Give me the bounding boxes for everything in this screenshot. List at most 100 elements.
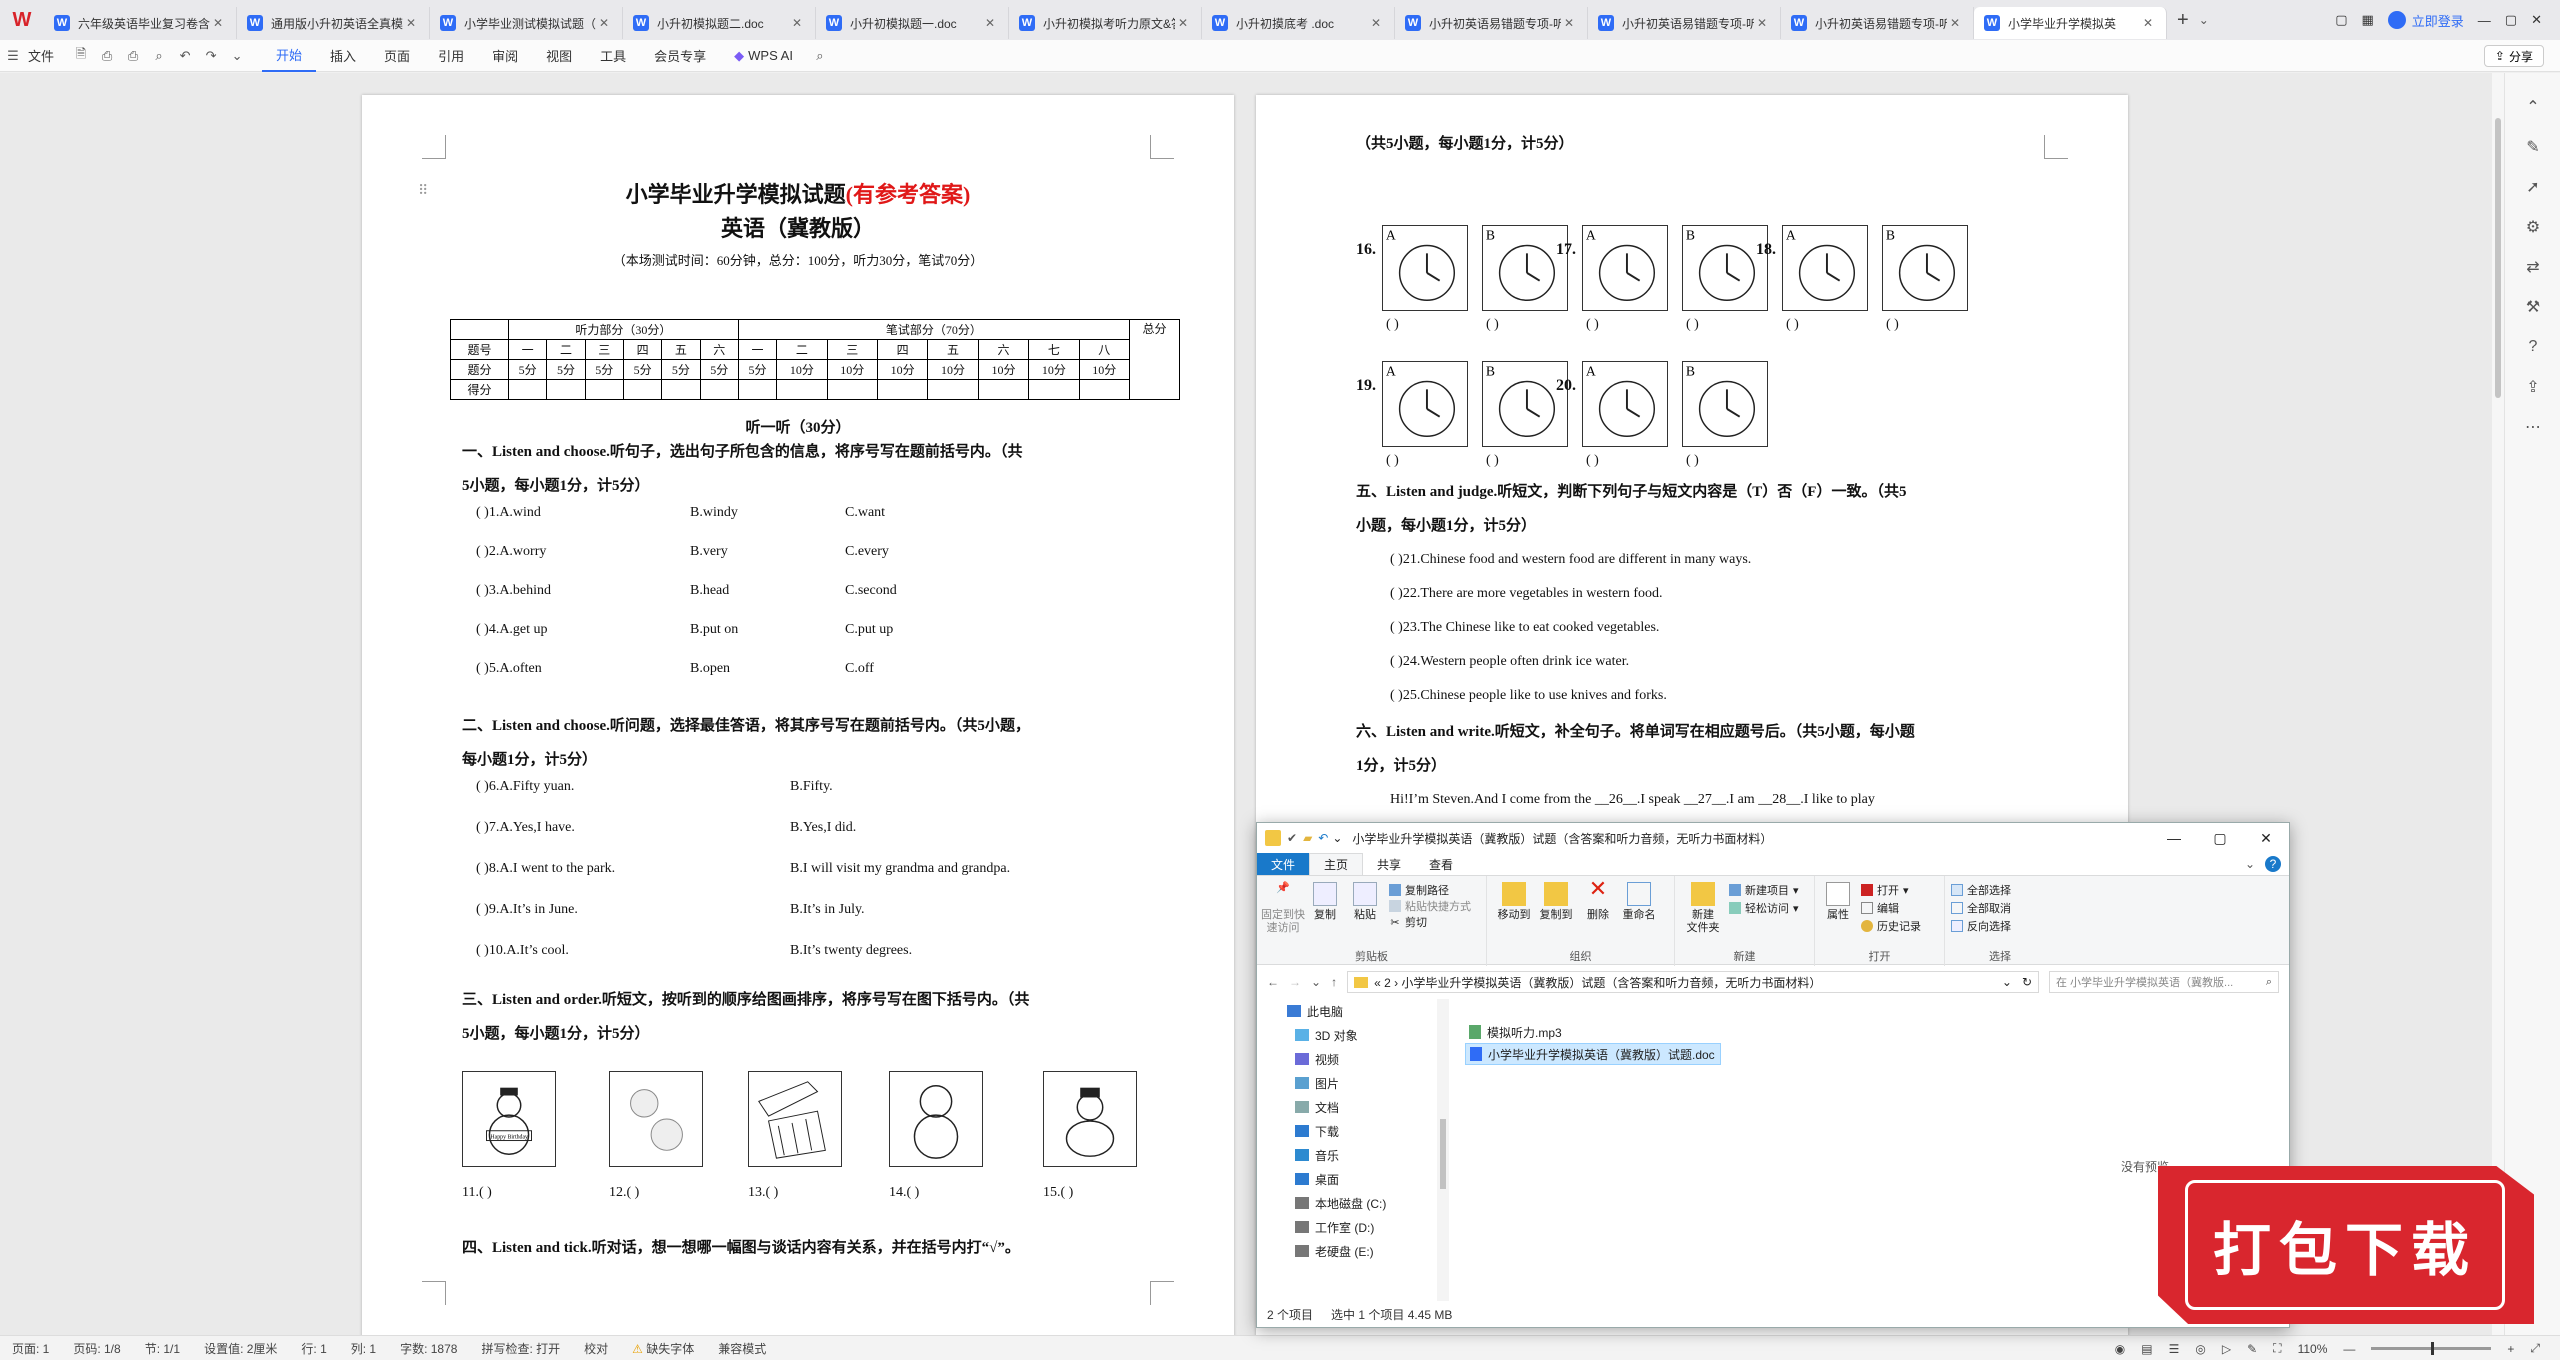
nav-item[interactable]: 老硬盘 (E:) <box>1257 1239 1448 1263</box>
new-folder-button[interactable]: 新建 文件夹 <box>1681 882 1725 935</box>
explorer-tab-share[interactable]: 共享 <box>1363 853 1415 875</box>
paste-shortcut-button[interactable]: 粘贴快捷方式 <box>1389 898 1471 914</box>
status-proof[interactable]: 校对 <box>572 1340 620 1357</box>
delete-button[interactable]: ✕ 删除 <box>1581 878 1615 922</box>
status-page[interactable]: 页面: 1 <box>0 1340 61 1357</box>
select-all-button[interactable]: 全部选择 <box>1951 882 2011 898</box>
redo-icon[interactable]: ↷ <box>198 48 224 64</box>
page-view-icon[interactable]: ▤ <box>2141 1342 2152 1356</box>
wps-logo-icon[interactable]: W <box>8 6 36 34</box>
qa-undo-icon[interactable]: ↶ <box>1318 831 1328 845</box>
document-tab[interactable]: W 小学毕业测试模拟试题（一）✕ <box>430 7 623 39</box>
rename-button[interactable]: 重命名 <box>1619 882 1659 922</box>
share-icon[interactable]: ⇪ <box>2505 367 2560 407</box>
ribbon-tab[interactable]: 审阅 <box>478 40 532 72</box>
web-view-icon[interactable]: ◎ <box>2195 1342 2205 1356</box>
refresh-icon[interactable]: ↻ <box>2022 975 2038 989</box>
wps-ai-button[interactable]: ◆ WPS AI <box>720 40 807 72</box>
tools-icon[interactable]: ⚒ <box>2505 287 2560 327</box>
close-tab-icon[interactable]: ✕ <box>210 16 226 30</box>
save-icon[interactable]: 🗎 <box>68 45 94 67</box>
address-dropdown-icon[interactable]: ⌄ <box>2002 975 2016 989</box>
ribbon-collapse-icon[interactable]: ⌄ <box>2235 853 2265 875</box>
window-layout-icon[interactable]: ▢ <box>2335 12 2347 28</box>
help-icon[interactable]: ? <box>2505 327 2560 367</box>
qa-chevron-icon[interactable]: ⌄ <box>1332 831 1342 845</box>
document-tab[interactable]: W 小升初模拟题二.doc ✕ <box>623 7 816 39</box>
select-icon[interactable]: ➚ <box>2505 167 2560 207</box>
zoom-level[interactable]: 110% <box>2298 1342 2328 1356</box>
play-icon[interactable]: ▷ <box>2222 1342 2231 1356</box>
pen-icon[interactable]: ✎ <box>2247 1342 2257 1356</box>
select-none-button[interactable]: 全部取消 <box>1951 900 2011 916</box>
document-page-1[interactable]: ⠿ 小学毕业升学模拟试题(有参考答案) 英语（冀教版） （本场测试时间：60分钟… <box>362 95 1234 1345</box>
new-item-button[interactable]: 新建项目 ▾ <box>1729 882 1799 898</box>
status-section[interactable]: 节: 1/1 <box>133 1340 192 1357</box>
ribbon-tab[interactable]: 工具 <box>586 40 640 72</box>
address-bar[interactable]: « 2 › 小学毕业升学模拟英语（冀教版）试题（含答案和听力音频，无听力书面材料… <box>1347 971 2039 993</box>
close-tab-icon[interactable]: ✕ <box>1368 16 1384 30</box>
explorer-minimize-button[interactable]: — <box>2151 823 2197 853</box>
share-button[interactable]: ⇪ 分享 <box>2483 45 2544 67</box>
up-button[interactable]: ↑ <box>1331 975 1337 989</box>
nav-item[interactable]: 视频 <box>1257 1047 1448 1071</box>
file-item[interactable]: 小学毕业升学模拟英语（冀教版）试题.doc <box>1465 1043 1721 1065</box>
status-missing-font[interactable]: ⚠ 缺失字体 <box>620 1340 706 1357</box>
history-button[interactable]: 历史记录 <box>1861 918 1921 934</box>
maximize-button[interactable]: ▢ <box>2505 12 2517 28</box>
close-tab-icon[interactable]: ✕ <box>2140 16 2156 30</box>
nav-scrollbar[interactable] <box>1437 999 1449 1301</box>
move-to-button[interactable]: 移动到 <box>1495 882 1533 922</box>
back-button[interactable]: ← <box>1267 975 1279 989</box>
qa-new-folder-icon[interactable]: ▰ <box>1303 831 1312 845</box>
explorer-close-button[interactable]: ✕ <box>2243 823 2289 853</box>
nav-item[interactable]: 图片 <box>1257 1071 1448 1095</box>
export-pdf-icon[interactable]: ⎙ <box>94 48 120 64</box>
document-tab[interactable]: W 小升初英语易错题专项-听力✕ <box>1781 7 1974 39</box>
status-words[interactable]: 字数: 1878 <box>388 1340 469 1357</box>
explorer-tab-home[interactable]: 主页 <box>1309 853 1364 875</box>
explorer-titlebar[interactable]: ✔ ▰ ↶ ⌄ 小学毕业升学模拟英语（冀教版）试题（含答案和听力音频，无听力书面… <box>1257 823 2289 853</box>
fullscreen-icon[interactable]: ⤢ <box>2530 1341 2540 1356</box>
document-tab[interactable]: W 小升初英语易错题专项-听力✕ <box>1395 7 1588 39</box>
document-tab[interactable]: W 通用版小升初英语全真模拟卷✕ <box>237 7 430 39</box>
ribbon-tab[interactable]: 开始 <box>262 40 317 72</box>
ribbon-tab[interactable]: 视图 <box>532 40 586 72</box>
nav-item[interactable]: 此电脑 <box>1257 999 1448 1023</box>
help-icon[interactable]: ? <box>2265 856 2281 872</box>
close-tab-icon[interactable]: ✕ <box>596 16 612 30</box>
nav-item[interactable]: 下载 <box>1257 1119 1448 1143</box>
navigation-pane[interactable]: 此电脑 3D 对象 视频 图片 文档 下载 音乐 桌面 本地磁盘 (C:) 工作室 (D:) 老硬盘… <box>1257 999 1449 1301</box>
forward-button[interactable]: → <box>1289 975 1301 989</box>
status-compat[interactable]: 兼容模式 <box>706 1340 778 1357</box>
zoom-out-button[interactable]: — <box>2343 1342 2355 1356</box>
nav-item[interactable]: 本地磁盘 (C:) <box>1257 1191 1448 1215</box>
status-pages[interactable]: 页码: 1/8 <box>61 1340 132 1357</box>
zoom-slider[interactable] <box>2371 1342 2492 1355</box>
zoom-in-button[interactable]: + <box>2507 1342 2514 1356</box>
ribbon-tab[interactable]: 引用 <box>424 40 478 72</box>
recent-locations-chevron-icon[interactable]: ⌄ <box>1311 975 1321 989</box>
copy-button[interactable]: 复制 <box>1307 882 1343 922</box>
explorer-tab-view[interactable]: 查看 <box>1415 853 1467 875</box>
qa-properties-icon[interactable]: ✔ <box>1287 831 1297 845</box>
ribbon-tab[interactable]: 会员专享 <box>640 40 720 72</box>
close-tab-icon[interactable]: ✕ <box>789 16 805 30</box>
more-icon[interactable]: ⋯ <box>2505 407 2560 447</box>
document-tab[interactable]: W 六年级英语毕业复习卷含听力✕ <box>44 7 237 39</box>
cut-button[interactable]: ✂ 剪切 <box>1389 914 1427 930</box>
collapse-icon[interactable]: ⌃ <box>2505 87 2560 127</box>
close-button[interactable]: ✕ <box>2531 12 2542 28</box>
close-tab-icon[interactable]: ✕ <box>403 16 419 30</box>
download-banner[interactable]: 打包下载 <box>2185 1180 2505 1310</box>
explorer-maximize-button[interactable]: ▢ <box>2197 823 2243 853</box>
copy-path-button[interactable]: 复制路径 <box>1389 882 1449 898</box>
edit-icon[interactable]: ✎ <box>2505 127 2560 167</box>
settings-icon[interactable]: ⚙ <box>2505 207 2560 247</box>
properties-button[interactable]: 属性 <box>1821 882 1855 922</box>
document-tab[interactable]: W 小升初英语易错题专项-听力✕ <box>1588 7 1781 39</box>
undo-icon[interactable]: ↶ <box>172 48 198 64</box>
copy-to-button[interactable]: 复制到 <box>1537 882 1575 922</box>
more-chevron-icon[interactable]: ⌄ <box>224 48 250 64</box>
document-scrollbar-thumb[interactable] <box>2495 118 2501 398</box>
